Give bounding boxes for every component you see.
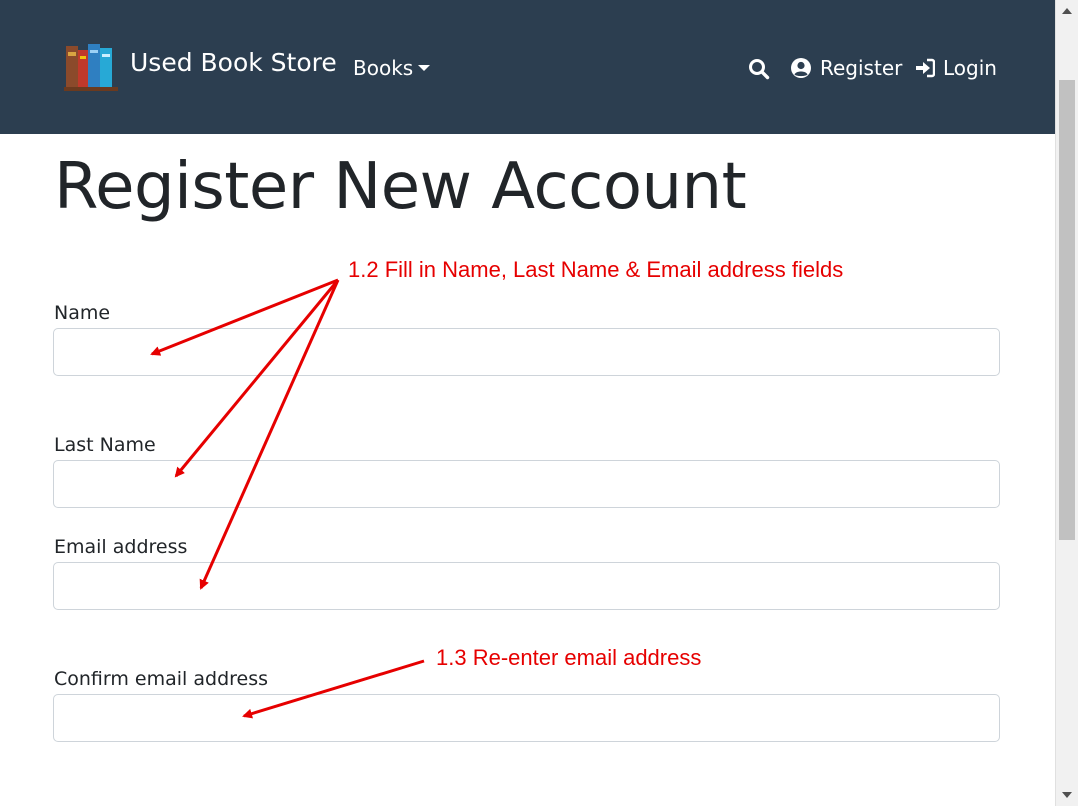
- search-icon: [749, 59, 770, 80]
- books-logo-icon: [64, 44, 118, 91]
- name-field[interactable]: [53, 328, 1000, 376]
- login-link[interactable]: Login: [915, 56, 997, 80]
- annotation-step-1-2: 1.2 Fill in Name, Last Name & Email addr…: [348, 257, 844, 282]
- brand-link[interactable]: Used Book Store: [64, 40, 337, 92]
- arrow-to-email-field: [199, 279, 340, 590]
- register-label: Register: [820, 56, 903, 80]
- arrow-to-last-name-field: [174, 279, 340, 478]
- books-dropdown[interactable]: Books: [353, 56, 431, 80]
- search-button[interactable]: [748, 58, 778, 80]
- name-label: Name: [54, 302, 111, 324]
- top-navbar: Used Book Store Books Register Login: [0, 0, 1055, 134]
- last-name-label: Last Name: [54, 434, 156, 456]
- caret-down-icon: [418, 65, 431, 71]
- annotation-step-1-3: 1.3 Re-enter email address: [436, 645, 702, 670]
- login-label: Login: [943, 56, 997, 80]
- user-circle-icon: [791, 58, 811, 78]
- register-link[interactable]: Register: [790, 56, 902, 80]
- confirm-email-label: Confirm email address: [54, 668, 269, 690]
- email-field[interactable]: [53, 562, 1000, 610]
- scroll-down-icon[interactable]: [1062, 792, 1072, 798]
- page-title: Register New Account: [54, 150, 747, 224]
- confirm-email-field[interactable]: [53, 694, 1000, 742]
- scroll-thumb[interactable]: [1059, 80, 1075, 540]
- books-menu-label: Books: [353, 56, 414, 80]
- brand-name[interactable]: Used Book Store: [130, 48, 337, 77]
- email-label: Email address: [54, 536, 188, 558]
- sign-in-icon: [916, 58, 935, 78]
- scroll-up-icon[interactable]: [1062, 8, 1072, 14]
- last-name-field[interactable]: [53, 460, 1000, 508]
- vertical-scrollbar[interactable]: [1055, 0, 1078, 806]
